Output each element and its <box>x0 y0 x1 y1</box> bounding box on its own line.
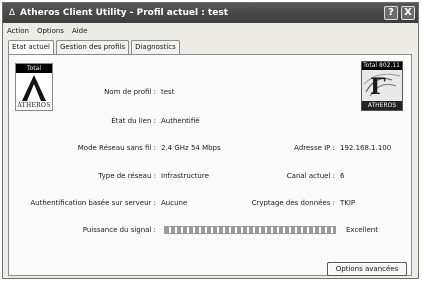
atheros-logo-right: Total 802.11 Γ ATHEROS <box>361 61 403 111</box>
help-button[interactable]: ? <box>384 6 398 20</box>
menu-aide[interactable]: Aide <box>68 27 91 35</box>
tab-etat-actuel[interactable]: Etat actuel <box>8 40 54 55</box>
wireless-mode-label: Mode Réseau sans fil : <box>77 144 156 152</box>
current-channel-value: 6 <box>340 172 345 180</box>
atheros-a-icon: Γ <box>370 74 386 100</box>
current-channel-label: Canal actuel : <box>286 172 335 180</box>
logo-badge: Total 802.11 <box>16 64 52 81</box>
signal-strength-fill <box>165 227 335 233</box>
menu-action[interactable]: Action <box>3 27 33 35</box>
advanced-options-button[interactable]: Options avancées <box>327 262 407 276</box>
status-panel: Total 802.11 ATHEROS Total 802.11 Γ ATHE… <box>8 54 412 276</box>
window-title: Atheros Client Utility - Profil actuel :… <box>20 8 228 18</box>
logo-name: ATHEROS <box>362 101 402 110</box>
network-type-value: Infrastructure <box>161 172 209 180</box>
ip-address-label: Adresse IP : <box>294 144 335 152</box>
signal-strength-bar <box>164 226 336 234</box>
server-auth-label: Authentification basée sur serveur : <box>30 199 156 207</box>
signal-strength-value: Excellent <box>346 226 378 234</box>
atheros-logo-left: Total 802.11 ATHEROS <box>15 63 53 111</box>
title-bar[interactable]: Δ Atheros Client Utility - Profil actuel… <box>3 3 418 23</box>
ip-address-value: 192.168.1.100 <box>340 144 392 152</box>
app-window: Δ Atheros Client Utility - Profil actuel… <box>2 2 419 279</box>
menu-bar: Action Options Aide <box>3 24 418 37</box>
data-encryption-value: TKIP <box>340 199 356 207</box>
tab-diagnostics[interactable]: Diagnostics <box>131 40 180 54</box>
tab-gestion-profils[interactable]: Gestion des profils <box>56 40 130 54</box>
data-encryption-label: Cryptage des données : <box>251 199 335 207</box>
signal-strength-label: Puissance du signal : <box>82 226 156 234</box>
profile-name-value: test <box>161 88 175 96</box>
profile-name-label: Nom de profil : <box>104 88 156 96</box>
atheros-a-icon <box>22 75 46 101</box>
logo-name: ATHEROS <box>17 102 51 109</box>
close-button[interactable]: X <box>401 6 415 20</box>
server-auth-value: Aucune <box>161 199 188 207</box>
network-type-label: Type de réseau : <box>98 172 156 180</box>
link-state-label: État du lien : <box>111 117 156 125</box>
logo-badge: Total 802.11 <box>362 62 402 70</box>
menu-options[interactable]: Options <box>33 27 68 35</box>
tab-strip: Etat actuel Gestion des profils Diagnost… <box>8 40 182 55</box>
app-icon: Δ <box>8 8 16 18</box>
link-state-value: Authentifié <box>161 117 200 125</box>
wireless-mode-value: 2.4 GHz 54 Mbps <box>161 144 221 152</box>
